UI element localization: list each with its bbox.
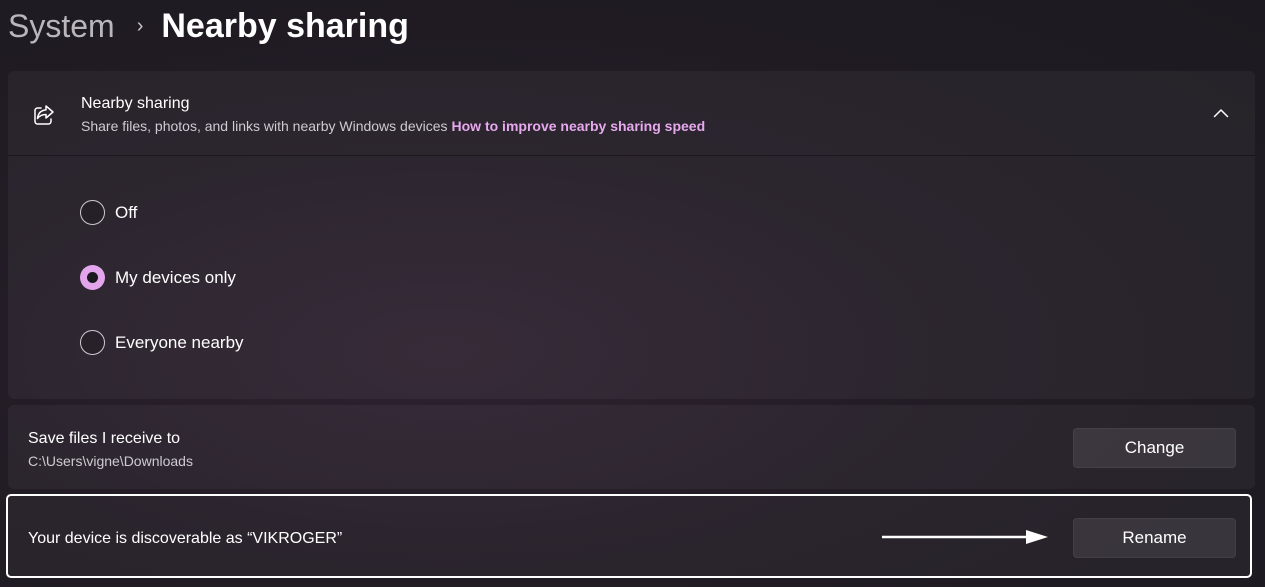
page-title: Nearby sharing [161,6,409,45]
nearby-sharing-description-text: Share files, photos, and links with near… [81,118,448,134]
rename-button[interactable]: Rename [1073,518,1236,558]
nearby-sharing-header[interactable]: Nearby sharing Share files, photos, and … [8,71,1255,156]
nearby-sharing-description: Share files, photos, and links with near… [81,118,705,134]
breadcrumb: System › Nearby sharing [8,4,409,48]
radio-option-my-devices[interactable]: My devices only [80,265,236,290]
radio-option-off[interactable]: Off [80,200,137,225]
radio-label-everyone: Everyone nearby [115,332,244,352]
radio-label-my-devices: My devices only [115,267,236,287]
chevron-right-icon: › [136,14,144,37]
nearby-sharing-title: Nearby sharing [81,95,190,112]
chevron-up-icon [1213,109,1229,118]
radio-label-off: Off [115,202,138,222]
nearby-sharing-text: Nearby sharing Share files, photos, and … [81,95,705,134]
radio-button-everyone[interactable] [80,330,105,355]
arrow-right-icon [882,530,1048,544]
radio-button-off[interactable] [80,200,105,225]
device-discoverable-text: Your device is discoverable as “VIKROGER… [28,530,343,547]
collapse-button[interactable] [1209,101,1233,125]
radio-option-everyone[interactable]: Everyone nearby [80,330,244,355]
improve-speed-link[interactable]: How to improve nearby sharing speed [452,118,706,134]
radio-button-my-devices[interactable] [80,265,105,290]
nearby-sharing-panel: Nearby sharing Share files, photos, and … [8,71,1255,399]
save-files-panel: Save files I receive to C:\Users\vigne\D… [8,405,1255,489]
device-name-panel: Your device is discoverable as “VIKROGER… [6,494,1252,578]
change-button[interactable]: Change [1073,428,1236,468]
save-files-path: C:\Users\vigne\Downloads [28,453,193,469]
save-files-title: Save files I receive to [28,430,181,447]
share-icon [34,105,54,125]
breadcrumb-parent-system[interactable]: System [8,8,115,45]
